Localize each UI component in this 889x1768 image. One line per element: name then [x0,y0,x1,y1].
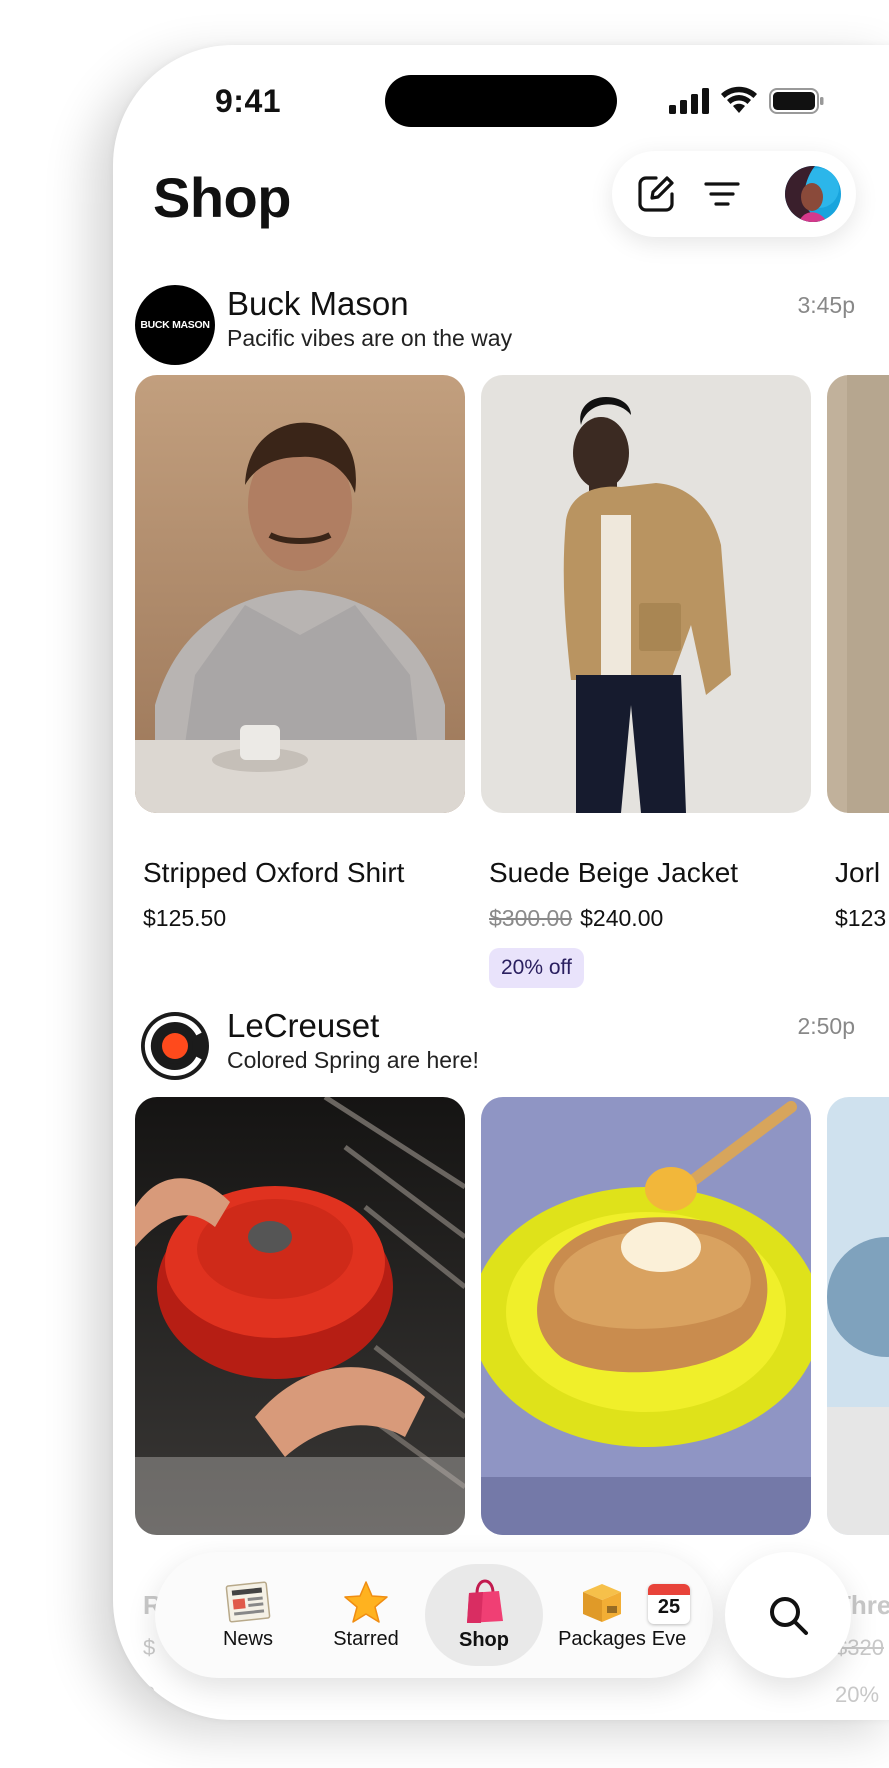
tab-events[interactable]: 25 Eve [625,1564,713,1666]
discount-badge: 2 [143,1682,156,1707]
battery-icon [769,88,824,114]
profile-photo [785,166,839,222]
product-image-oxford-shirt[interactable] [135,375,465,813]
product-image-dutch-oven[interactable] [135,1097,465,1535]
product-photo [135,1097,465,1535]
product-photo [827,1097,889,1535]
calendar-icon: 25 [648,1580,690,1624]
brand-message: Colored Spring are here! [227,1047,479,1073]
tab-bar: News Starred Shop Packages 25 Eve [155,1552,713,1678]
tab-label: News [222,1627,273,1650]
lecreuset-logo[interactable] [139,1010,211,1082]
message-time: 2:50p [797,1013,855,1039]
discount-badge: 20% off [489,948,584,988]
wifi-icon [721,86,757,113]
star-icon [344,1580,388,1623]
filter-icon [704,182,740,206]
lecreuset-logo-mark [141,1012,209,1080]
product-image-suede-jacket[interactable] [481,375,811,813]
tab-label: Starred [333,1627,399,1650]
page-title: Shop [153,166,291,229]
filter-button[interactable] [702,174,742,214]
dynamic-island [385,75,617,127]
search-icon [770,1597,808,1635]
sale-price: $240.00 [580,905,664,931]
tab-label: Eve [651,1627,687,1650]
tab-news[interactable]: News [189,1564,307,1666]
product-price: $125.50 [143,905,227,931]
brand-name[interactable]: LeCreuset [227,1007,379,1045]
message-time: 3:45p [797,292,855,318]
product-image-partial[interactable] [827,1097,889,1535]
product-name[interactable]: Jorl [835,857,880,889]
tab-shop[interactable]: Shop [425,1564,543,1666]
product-photo [827,375,889,813]
discount-badge: 20% [835,1682,880,1707]
product-photo [135,375,465,813]
tab-label: Shop [459,1628,509,1651]
calendar-day: 25 [657,1595,681,1618]
status-time: 9:41 [215,83,282,119]
tab-starred[interactable]: Starred [307,1564,425,1666]
product-image-pancakes[interactable] [481,1097,811,1535]
search-button[interactable] [725,1552,851,1678]
brand-message: Pacific vibes are on the way [227,325,513,351]
phone-screen: 9:41 Shop BUCK MASON Buck Mason Pacific … [113,45,889,1720]
product-name[interactable]: Suede Beige Jacket [489,857,738,889]
compose-button[interactable] [634,172,678,216]
avatar[interactable] [785,166,841,222]
shopping-bag-icon [467,1578,503,1623]
cellular-signal-icon [669,88,709,114]
compose-icon [638,176,674,212]
package-icon [583,1583,621,1622]
header-actions [612,151,856,237]
product-image-partial[interactable] [827,375,889,813]
product-price: $ [143,1635,156,1660]
product-photo [481,1097,811,1535]
buck-mason-logo[interactable]: BUCK MASON [135,285,215,365]
newspaper-icon [225,1580,271,1623]
product-photo [481,375,811,813]
brand-name[interactable]: Buck Mason [227,285,409,323]
product-name[interactable]: Stripped Oxford Shirt [143,857,404,889]
original-price: $300.00 [489,905,573,931]
product-price: $123 [835,905,887,931]
